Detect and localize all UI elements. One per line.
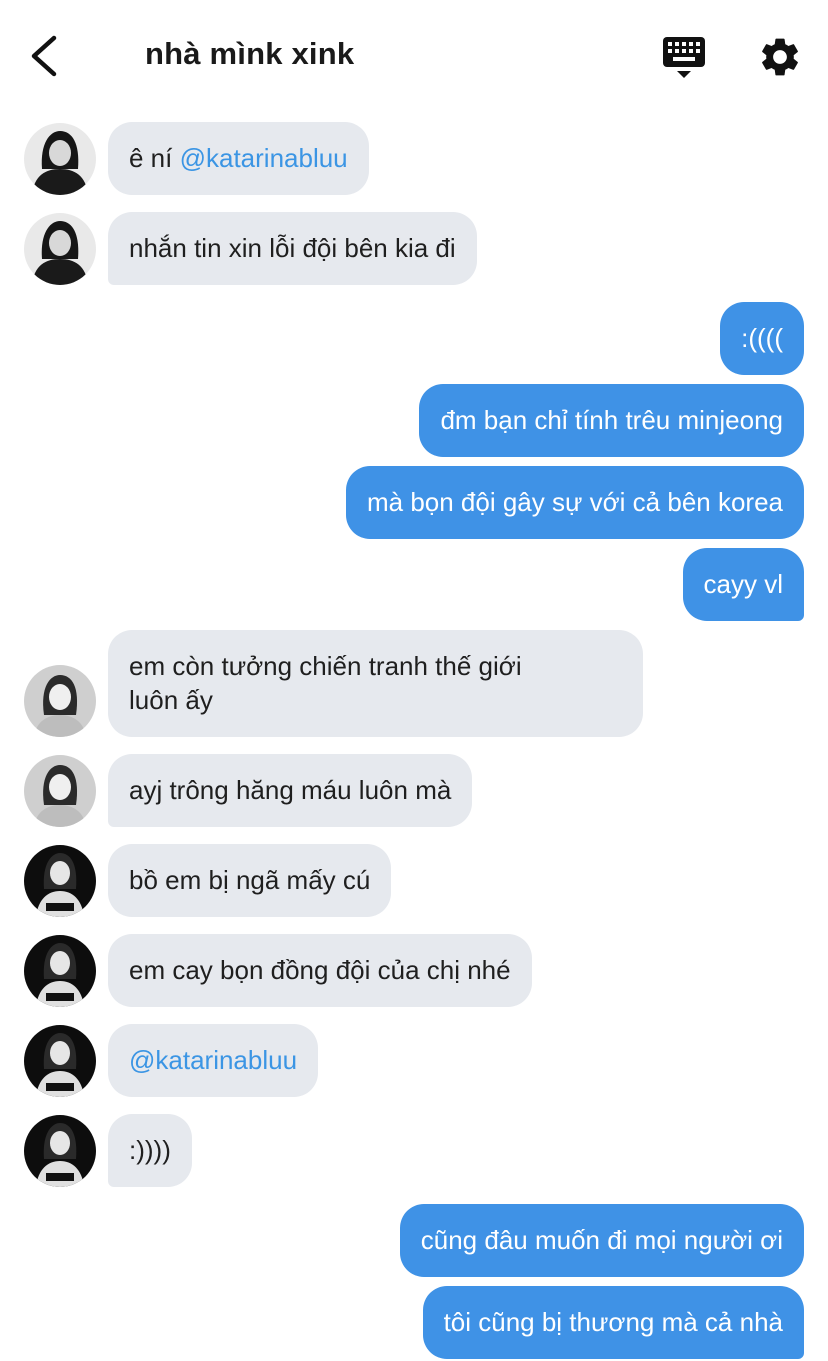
back-button[interactable] bbox=[26, 30, 66, 82]
avatar[interactable] bbox=[24, 935, 96, 1007]
avatar[interactable] bbox=[24, 845, 96, 917]
message-text: bồ em bị ngã mấy cú bbox=[129, 865, 371, 895]
message-bubble-incoming[interactable]: :)))) bbox=[108, 1114, 192, 1187]
mention-link[interactable]: @katarinabluu bbox=[129, 1045, 297, 1075]
chat-title: nhà mìnk xink bbox=[145, 36, 355, 71]
message-text: :(((( bbox=[741, 323, 783, 353]
avatar-photo-icon bbox=[24, 1025, 96, 1097]
message-bubble-incoming[interactable]: em còn tưởng chiến tranh thế giới luôn ấ… bbox=[108, 630, 643, 737]
message-bubble-incoming[interactable]: ê ní @katarinabluu bbox=[108, 122, 369, 195]
message-bubble-outgoing[interactable]: cayy vl bbox=[682, 548, 804, 621]
message-text: :)))) bbox=[129, 1135, 171, 1165]
message-bubble-outgoing[interactable]: :(((( bbox=[720, 302, 804, 375]
message-text: tôi cũng bị thương mà cả nhà bbox=[443, 1307, 783, 1337]
message-bubble-outgoing[interactable]: đm bạn chỉ tính trêu minjeong bbox=[419, 384, 804, 457]
avatar[interactable] bbox=[24, 755, 96, 827]
avatar[interactable] bbox=[24, 123, 96, 195]
message-text: đm bạn chỉ tính trêu minjeong bbox=[440, 405, 783, 435]
keyboard-icon bbox=[663, 37, 705, 78]
avatar-photo-icon bbox=[24, 123, 96, 195]
avatar[interactable] bbox=[24, 665, 96, 737]
message-bubble-outgoing[interactable]: cũng đâu muốn đi mọi người ơi bbox=[399, 1204, 804, 1277]
message-text-line: luôn ấy bbox=[129, 685, 213, 715]
message-bubble-incoming[interactable]: em cay bọn đồng đội của chị nhé bbox=[108, 934, 532, 1007]
avatar-photo-icon bbox=[24, 845, 96, 917]
message-text: mà bọn đội gây sự với cả bên korea bbox=[366, 487, 783, 517]
avatar-photo-icon bbox=[24, 665, 96, 737]
settings-button[interactable] bbox=[757, 34, 803, 80]
message-bubble-outgoing[interactable]: mà bọn đội gây sự với cả bên korea bbox=[345, 466, 804, 539]
avatar-photo-icon bbox=[24, 755, 96, 827]
message-bubble-outgoing[interactable]: tôi cũng bị thương mà cả nhà bbox=[422, 1286, 804, 1359]
message-text: ayj trông hăng máu luôn mà bbox=[129, 775, 452, 805]
message-text: cayy vl bbox=[703, 569, 783, 599]
gear-icon bbox=[762, 38, 798, 76]
avatar-photo-icon bbox=[24, 213, 96, 285]
message-bubble-incoming[interactable]: nhắn tin xin lỗi đội bên kia đi bbox=[108, 212, 477, 285]
avatar[interactable] bbox=[24, 213, 96, 285]
keyboard-button[interactable] bbox=[661, 34, 707, 80]
avatar-photo-icon bbox=[24, 1115, 96, 1187]
message-text: em cay bọn đồng đội của chị nhé bbox=[129, 955, 511, 985]
message-text: ê ní bbox=[129, 143, 180, 173]
avatar-photo-icon bbox=[24, 935, 96, 1007]
message-text: nhắn tin xin lỗi đội bên kia đi bbox=[129, 233, 456, 263]
chat-header: nhà mìnk xink bbox=[0, 0, 828, 110]
avatar[interactable] bbox=[24, 1025, 96, 1097]
avatar[interactable] bbox=[24, 1115, 96, 1187]
mention-link[interactable]: @katarinabluu bbox=[180, 143, 348, 173]
message-bubble-incoming[interactable]: @katarinabluu bbox=[108, 1024, 319, 1097]
message-bubble-incoming[interactable]: ayj trông hăng máu luôn mà bbox=[108, 754, 473, 827]
message-bubble-incoming[interactable]: bồ em bị ngã mấy cú bbox=[108, 844, 392, 917]
chevron-left-icon bbox=[31, 35, 57, 77]
message-text: cũng đâu muốn đi mọi người ơi bbox=[420, 1225, 783, 1255]
message-text-line: em còn tưởng chiến tranh thế giới bbox=[129, 651, 522, 681]
